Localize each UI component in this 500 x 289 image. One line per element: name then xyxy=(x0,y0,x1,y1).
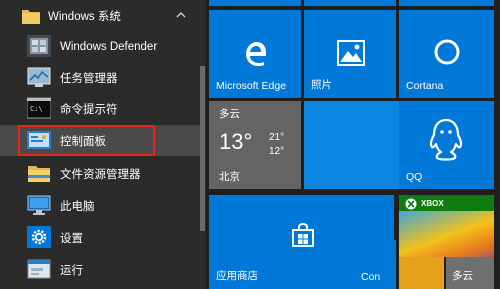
weather-temperature: 13° xyxy=(219,129,253,154)
settings-icon xyxy=(27,226,51,248)
weather-high-low: 21° 12° xyxy=(269,131,284,159)
tile-game-partial[interactable] xyxy=(399,257,444,289)
tile-weather[interactable]: 多云 13° 21° 12° 北京 xyxy=(209,101,301,189)
store-bag-icon xyxy=(292,223,314,247)
qq-penguin-icon xyxy=(429,118,463,161)
app-item-run[interactable]: 运行 xyxy=(0,254,200,285)
file-explorer-icon xyxy=(28,166,50,182)
tiles-area: Microsoft Edge 照片 Cortana 多云 13° 21° 12°… xyxy=(206,0,500,289)
app-label: 设置 xyxy=(60,232,83,245)
app-item-task-manager[interactable]: 任务管理器 xyxy=(0,62,200,93)
tile-label: QQ xyxy=(406,171,423,183)
scrollbar[interactable] xyxy=(200,66,205,231)
windows-system-folder[interactable]: Windows 系统 xyxy=(0,0,200,31)
edge-icon xyxy=(246,42,266,66)
run-icon xyxy=(27,259,51,279)
task-manager-icon xyxy=(27,67,51,87)
tile-label: 多云 xyxy=(452,270,473,282)
game-artwork xyxy=(399,211,494,257)
app-label: 文件资源管理器 xyxy=(60,168,141,181)
tile-top-right-partial[interactable] xyxy=(399,0,494,6)
tile-label: Microsoft Edge xyxy=(216,80,287,92)
tile-label: 应用商店 xyxy=(216,270,258,282)
app-label: 此电脑 xyxy=(60,200,95,213)
tile-top-left-partial[interactable] xyxy=(209,0,301,6)
weather-condition: 多云 xyxy=(219,108,240,120)
tile-qq[interactable]: QQ xyxy=(399,101,494,189)
command-prompt-icon: C:\ xyxy=(27,97,51,119)
app-item-this-pc[interactable]: 此电脑 xyxy=(0,190,200,221)
xbox-icon xyxy=(405,198,417,210)
tile-weather-small[interactable]: 多云 xyxy=(446,257,494,289)
tile-photos[interactable]: 照片 xyxy=(304,10,396,98)
app-label: 任务管理器 xyxy=(60,72,118,85)
tile-label: 照片 xyxy=(311,79,332,91)
folder-label: Windows 系统 xyxy=(48,10,121,23)
weather-city: 北京 xyxy=(219,171,240,183)
svg-text:C:\: C:\ xyxy=(30,105,43,113)
app-item-command-prompt[interactable]: C:\ 命令提示符 xyxy=(0,93,200,124)
xbox-label: XBOX xyxy=(421,199,444,208)
cortana-icon xyxy=(434,39,460,65)
tile-top-middle-partial[interactable] xyxy=(304,0,396,6)
tile-xbox-game[interactable]: XBOX xyxy=(399,195,494,257)
app-list: Windows 系统 Windows Defender 任务管理器 C:\ 命令… xyxy=(0,0,206,289)
red-highlight-frame xyxy=(18,125,155,156)
app-label: 命令提示符 xyxy=(60,103,118,116)
tile-cortana[interactable]: Cortana xyxy=(399,10,494,98)
chevron-up-icon[interactable] xyxy=(174,8,188,22)
tile-label: Con xyxy=(361,271,381,283)
tile-con[interactable]: Con xyxy=(354,240,396,289)
photos-icon xyxy=(337,40,365,66)
app-label: 运行 xyxy=(60,264,83,277)
weather-high: 21° xyxy=(269,132,285,143)
app-item-file-explorer[interactable]: 文件资源管理器 xyxy=(0,158,200,189)
tile-label: Cortana xyxy=(406,80,444,92)
tile-microsoft-edge[interactable]: Microsoft Edge xyxy=(209,10,301,98)
app-label: Windows Defender xyxy=(60,40,158,53)
tile-empty-middle[interactable] xyxy=(304,101,396,189)
app-item-settings[interactable]: 设置 xyxy=(0,222,200,253)
windows-defender-icon xyxy=(27,35,51,57)
weather-low: 12° xyxy=(269,146,285,157)
this-pc-icon xyxy=(27,195,51,215)
app-item-windows-defender[interactable]: Windows Defender xyxy=(0,31,200,62)
folder-icon xyxy=(22,10,40,24)
